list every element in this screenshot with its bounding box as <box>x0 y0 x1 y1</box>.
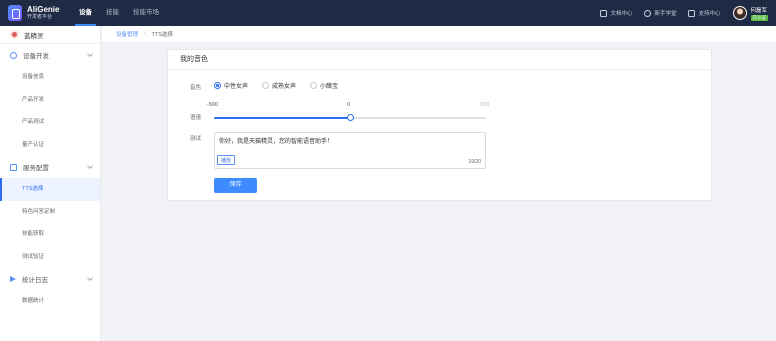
doc-center-label: 文档中心 <box>610 11 633 17</box>
sidebar-item-data-stats[interactable]: 数据统计 <box>0 290 100 313</box>
sidebar-group-label: 统计日志 <box>22 277 48 284</box>
speed-label: 语速 <box>190 115 202 121</box>
nav-tab-skills[interactable]: 技能 <box>99 0 126 26</box>
speed-min-label: -500 <box>207 102 219 108</box>
breadcrumb: 设备管理 / TTS选择 <box>102 26 776 43</box>
chevron-up-icon <box>87 163 93 169</box>
sidebar-item-test-verification[interactable]: 测试验证 <box>0 246 100 269</box>
sidebar-item-mass-production-cert[interactable]: 量产认证 <box>0 134 100 157</box>
sidebar-item-custom-qa[interactable]: 特色问答定制 <box>0 201 100 224</box>
sidebar-item-product-dev[interactable]: 产品开发 <box>0 89 100 112</box>
nav-tab-devices[interactable]: 设备 <box>72 0 99 26</box>
slider-fill <box>214 117 350 119</box>
voice-option-label: 小醋宝 <box>320 84 339 90</box>
voice-option-mature-female[interactable]: 成熟女声 <box>262 81 296 90</box>
main-nav: 设备 技能 技能市场 <box>72 0 166 26</box>
nav-tab-skill-market[interactable]: 技能市场 <box>126 0 166 26</box>
globe-icon <box>10 51 17 59</box>
aligenie-logo-icon <box>8 5 22 21</box>
character-counter: 19/20 <box>468 159 481 165</box>
test-label: 测试 <box>190 136 202 142</box>
voice-option-xiaocubao[interactable]: 小醋宝 <box>310 81 338 90</box>
aligenie-logo[interactable]: AliGenie 开发者平台 <box>0 0 72 26</box>
help-icon <box>644 9 652 17</box>
beginner-school-label: 新手学堂 <box>654 11 677 17</box>
support-icon <box>688 9 696 17</box>
breadcrumb-separator: / <box>144 31 146 37</box>
sidebar-group-label: 设备开发 <box>23 53 49 60</box>
support-center-link[interactable]: 支持中心 <box>688 9 721 17</box>
top-navigation-bar: AliGenie 开发者平台 设备 技能 技能市场 文档中心 新手学堂 支持中心… <box>0 0 776 26</box>
settings-icon <box>10 163 17 171</box>
verified-badge: 已认证 <box>750 14 768 21</box>
chevron-up-icon <box>87 51 93 57</box>
slider-handle[interactable] <box>346 114 354 121</box>
speed-max-label: 500 <box>480 102 490 108</box>
sidebar-item-skill-acquisition[interactable]: 技能获取 <box>0 223 100 246</box>
send-icon <box>10 276 16 282</box>
user-menu[interactable]: 何磊军 已认证 <box>732 6 768 21</box>
chevron-up-icon <box>87 275 93 281</box>
sidebar-group-stats-logs[interactable]: 统计日志 <box>0 268 100 290</box>
test-text-input[interactable]: 你好，我是天猫精灵，您的智能语音助手！ 播放 19/20 <box>214 132 486 169</box>
breadcrumb-device-management[interactable]: 设备管理 <box>116 30 138 38</box>
voice-settings-card: 我的音色 音色 中性女声 成熟女声 小醋宝 -500 0 500 语速 测试 你… <box>167 49 712 201</box>
save-button[interactable]: 保存 <box>214 178 257 193</box>
voice-option-label: 中性女声 <box>224 84 249 90</box>
voice-option-label: 成熟女声 <box>272 84 297 90</box>
sidebar-item-device-info[interactable]: 设备信息 <box>0 66 100 89</box>
card-title: 我的音色 <box>168 50 711 70</box>
speed-slider[interactable] <box>214 113 486 123</box>
beginner-school-link[interactable]: 新手学堂 <box>644 9 676 17</box>
test-text-value[interactable]: 你好，我是天猫精灵，您的智能语音助手！ <box>219 139 333 145</box>
product-brand[interactable]: 蓝精灵 <box>0 26 100 44</box>
logo-subtitle: 开发者平台 <box>27 14 53 20</box>
doc-center-link[interactable]: 文档中心 <box>600 9 632 17</box>
sidebar: 蓝精灵 设备开发 设备信息 产品开发 产品测试 量产认证 服务配置 TTS选择 … <box>0 26 101 341</box>
speed-value-label: 0 <box>347 102 351 108</box>
sidebar-item-product-test[interactable]: 产品测试 <box>0 111 100 134</box>
voice-option-neutral-female[interactable]: 中性女声 <box>214 81 248 90</box>
radio-button[interactable] <box>214 82 221 89</box>
product-name: 蓝精灵 <box>24 32 44 40</box>
radio-button[interactable] <box>310 82 318 89</box>
sidebar-group-service-config[interactable]: 服务配置 <box>0 156 100 178</box>
document-icon <box>600 9 608 17</box>
sidebar-group-device-dev[interactable]: 设备开发 <box>0 44 100 66</box>
breadcrumb-current: TTS选择 <box>151 32 173 38</box>
avatar[interactable] <box>732 6 747 20</box>
sidebar-group-label: 服务配置 <box>23 165 49 172</box>
play-button[interactable]: 播放 <box>217 155 236 165</box>
user-name: 何磊军 <box>750 7 768 14</box>
support-center-label: 支持中心 <box>698 11 721 17</box>
voice-label: 音色 <box>190 85 202 91</box>
radio-button[interactable] <box>262 82 270 89</box>
logo-title: AliGenie <box>27 5 60 14</box>
voice-radio-group: 中性女声 成熟女声 小醋宝 <box>214 81 352 90</box>
product-icon <box>10 30 19 39</box>
sidebar-item-tts-selection[interactable]: TTS选择 <box>0 178 100 201</box>
